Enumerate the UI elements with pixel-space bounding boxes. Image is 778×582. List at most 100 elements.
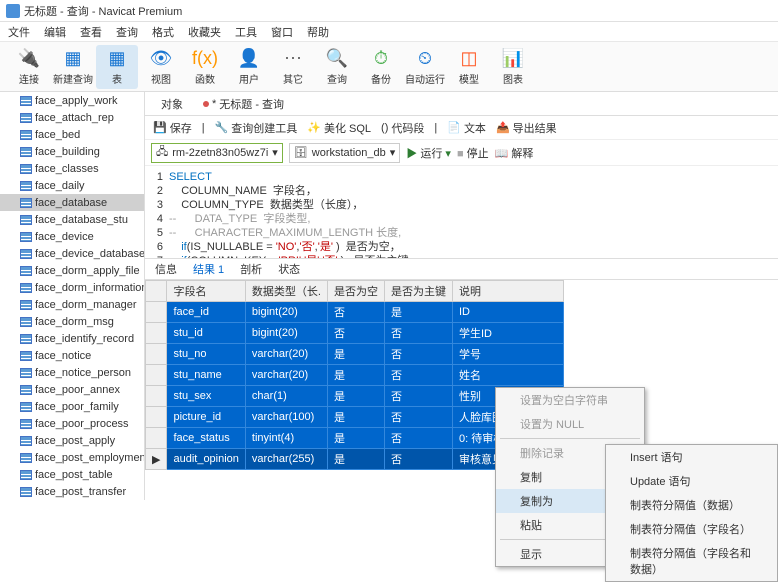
tool-查询[interactable]: 🔍查询: [316, 45, 358, 89]
cell[interactable]: 是: [327, 344, 384, 365]
tab-result1[interactable]: 结果 1: [193, 258, 224, 280]
tree-item-face_database_stu[interactable]: face_database_stu: [0, 211, 144, 228]
cell[interactable]: 是: [327, 386, 384, 407]
cell[interactable]: 否: [384, 428, 452, 449]
tool-图表[interactable]: 📊图表: [492, 45, 534, 89]
cell[interactable]: varchar(20): [245, 344, 327, 365]
tree-item-face_dorm_manager[interactable]: face_dorm_manager: [0, 296, 144, 313]
cell[interactable]: stu_name: [167, 365, 245, 386]
cell[interactable]: 否: [384, 449, 452, 470]
tree-item-face_attach_rep[interactable]: face_attach_rep: [0, 109, 144, 126]
cell[interactable]: face_status: [167, 428, 245, 449]
menu-格式[interactable]: 格式: [152, 24, 174, 40]
cell[interactable]: 是: [327, 428, 384, 449]
save-button[interactable]: 💾 保存: [153, 120, 192, 136]
tool-自动运行[interactable]: ⏲自动运行: [404, 45, 446, 89]
object-tree[interactable]: face_apply_workface_attach_repface_bedfa…: [0, 92, 145, 500]
tool-用户[interactable]: 👤用户: [228, 45, 270, 89]
cell[interactable]: char(1): [245, 386, 327, 407]
cell[interactable]: bigint(20): [245, 323, 327, 344]
tree-item-face_identify_record[interactable]: face_identify_record: [0, 330, 144, 347]
cell[interactable]: audit_opinion: [167, 449, 245, 470]
tree-item-face_poor_process[interactable]: face_poor_process: [0, 415, 144, 432]
ctx-Update 语句[interactable]: Update 语句: [606, 469, 777, 493]
tab-profile[interactable]: 剖析: [240, 258, 262, 280]
cell[interactable]: 否: [384, 323, 452, 344]
cell[interactable]: 是: [327, 449, 384, 470]
cell[interactable]: 否: [384, 344, 452, 365]
cell[interactable]: 否: [327, 323, 384, 344]
tool-函数[interactable]: f(x)函数: [184, 45, 226, 89]
menu-文件[interactable]: 文件: [8, 24, 30, 40]
tool-连接[interactable]: 🔌连接: [8, 45, 50, 89]
tree-item-face_poor_annex[interactable]: face_poor_annex: [0, 381, 144, 398]
cell[interactable]: ID: [452, 302, 563, 323]
cell[interactable]: 否: [384, 407, 452, 428]
cell[interactable]: 学号: [452, 344, 563, 365]
menu-收藏夹[interactable]: 收藏夹: [188, 24, 221, 40]
cell[interactable]: 是: [327, 365, 384, 386]
cell[interactable]: stu_no: [167, 344, 245, 365]
col-header[interactable]: 数据类型（长.: [245, 281, 327, 302]
menu-窗口[interactable]: 窗口: [271, 24, 293, 40]
tree-item-face_post_apply[interactable]: face_post_apply: [0, 432, 144, 449]
tree-item-face_dorm_information[interactable]: face_dorm_information: [0, 279, 144, 296]
cell[interactable]: 姓名: [452, 365, 563, 386]
run-button[interactable]: ▶ 运行 ▾: [406, 145, 451, 161]
menu-查询[interactable]: 查询: [116, 24, 138, 40]
cell[interactable]: stu_sex: [167, 386, 245, 407]
beautify-sql-button[interactable]: ✨ 美化 SQL: [307, 120, 371, 136]
menu-查看[interactable]: 查看: [80, 24, 102, 40]
cell[interactable]: tinyint(4): [245, 428, 327, 449]
tab-query[interactable]: * 无标题 - 查询: [197, 93, 290, 115]
menu-帮助[interactable]: 帮助: [307, 24, 329, 40]
tree-item-face_classes[interactable]: face_classes: [0, 160, 144, 177]
cell[interactable]: varchar(100): [245, 407, 327, 428]
tree-item-face_notice_person[interactable]: face_notice_person: [0, 364, 144, 381]
cell[interactable]: picture_id: [167, 407, 245, 428]
tree-item-face_dorm_apply_file[interactable]: face_dorm_apply_file: [0, 262, 144, 279]
ctx-制表符分隔值（字段名）[interactable]: 制表符分隔值（字段名）: [606, 517, 777, 541]
cell[interactable]: face_id: [167, 302, 245, 323]
text-button[interactable]: 📄 文本: [447, 120, 486, 136]
ctx-Insert 语句[interactable]: Insert 语句: [606, 445, 777, 469]
ctx-制表符分隔值（字段名和数据）[interactable]: 制表符分隔值（字段名和数据）: [606, 541, 777, 581]
tree-item-face_notice[interactable]: face_notice: [0, 347, 144, 364]
code-segment-button[interactable]: () 代码段: [381, 120, 424, 136]
export-button[interactable]: 📤 导出结果: [496, 120, 557, 136]
menu-工具[interactable]: 工具: [235, 24, 257, 40]
database-dropdown[interactable]: 🗄 workstation_db ▾: [289, 143, 401, 163]
cell[interactable]: 学生ID: [452, 323, 563, 344]
col-header[interactable]: 是否为空: [327, 281, 384, 302]
tool-表[interactable]: ▦表: [96, 45, 138, 89]
explain-button[interactable]: 📖 解释: [495, 145, 534, 161]
query-builder-button[interactable]: 🔧 查询创建工具: [215, 120, 298, 136]
tree-item-face_daily[interactable]: face_daily: [0, 177, 144, 194]
cell[interactable]: stu_id: [167, 323, 245, 344]
tree-item-face_post_table[interactable]: face_post_table: [0, 466, 144, 483]
tool-视图[interactable]: 👁视图: [140, 45, 182, 89]
context-submenu-copy-as[interactable]: Insert 语句Update 语句制表符分隔值（数据）制表符分隔值（字段名）制…: [605, 444, 778, 582]
menu-编辑[interactable]: 编辑: [44, 24, 66, 40]
tool-其它[interactable]: ⋯其它: [272, 45, 314, 89]
tree-item-face_database[interactable]: face_database: [0, 194, 144, 211]
col-header[interactable]: 字段名: [167, 281, 245, 302]
cell[interactable]: 是: [327, 407, 384, 428]
tree-item-face_building[interactable]: face_building: [0, 143, 144, 160]
cell[interactable]: varchar(20): [245, 365, 327, 386]
tool-模型[interactable]: ◫模型: [448, 45, 490, 89]
sql-editor[interactable]: 123456789 SELECT COLUMN_NAME 字段名， COLUMN…: [145, 166, 778, 258]
tab-status[interactable]: 状态: [278, 258, 300, 280]
tree-item-face_post_transfer[interactable]: face_post_transfer: [0, 483, 144, 500]
cell[interactable]: 否: [384, 386, 452, 407]
tree-item-face_dorm_msg[interactable]: face_dorm_msg: [0, 313, 144, 330]
tree-item-face_device_database[interactable]: face_device_database: [0, 245, 144, 262]
cell[interactable]: bigint(20): [245, 302, 327, 323]
cell[interactable]: 否: [327, 302, 384, 323]
ctx-制表符分隔值（数据）[interactable]: 制表符分隔值（数据）: [606, 493, 777, 517]
tree-item-face_poor_family[interactable]: face_poor_family: [0, 398, 144, 415]
cell[interactable]: 否: [384, 365, 452, 386]
tree-item-face_post_employment[interactable]: face_post_employment: [0, 449, 144, 466]
server-dropdown[interactable]: 🖧 rm-2zetn83n05wz7i ▾: [151, 143, 283, 163]
col-header[interactable]: 是否为主键: [384, 281, 452, 302]
